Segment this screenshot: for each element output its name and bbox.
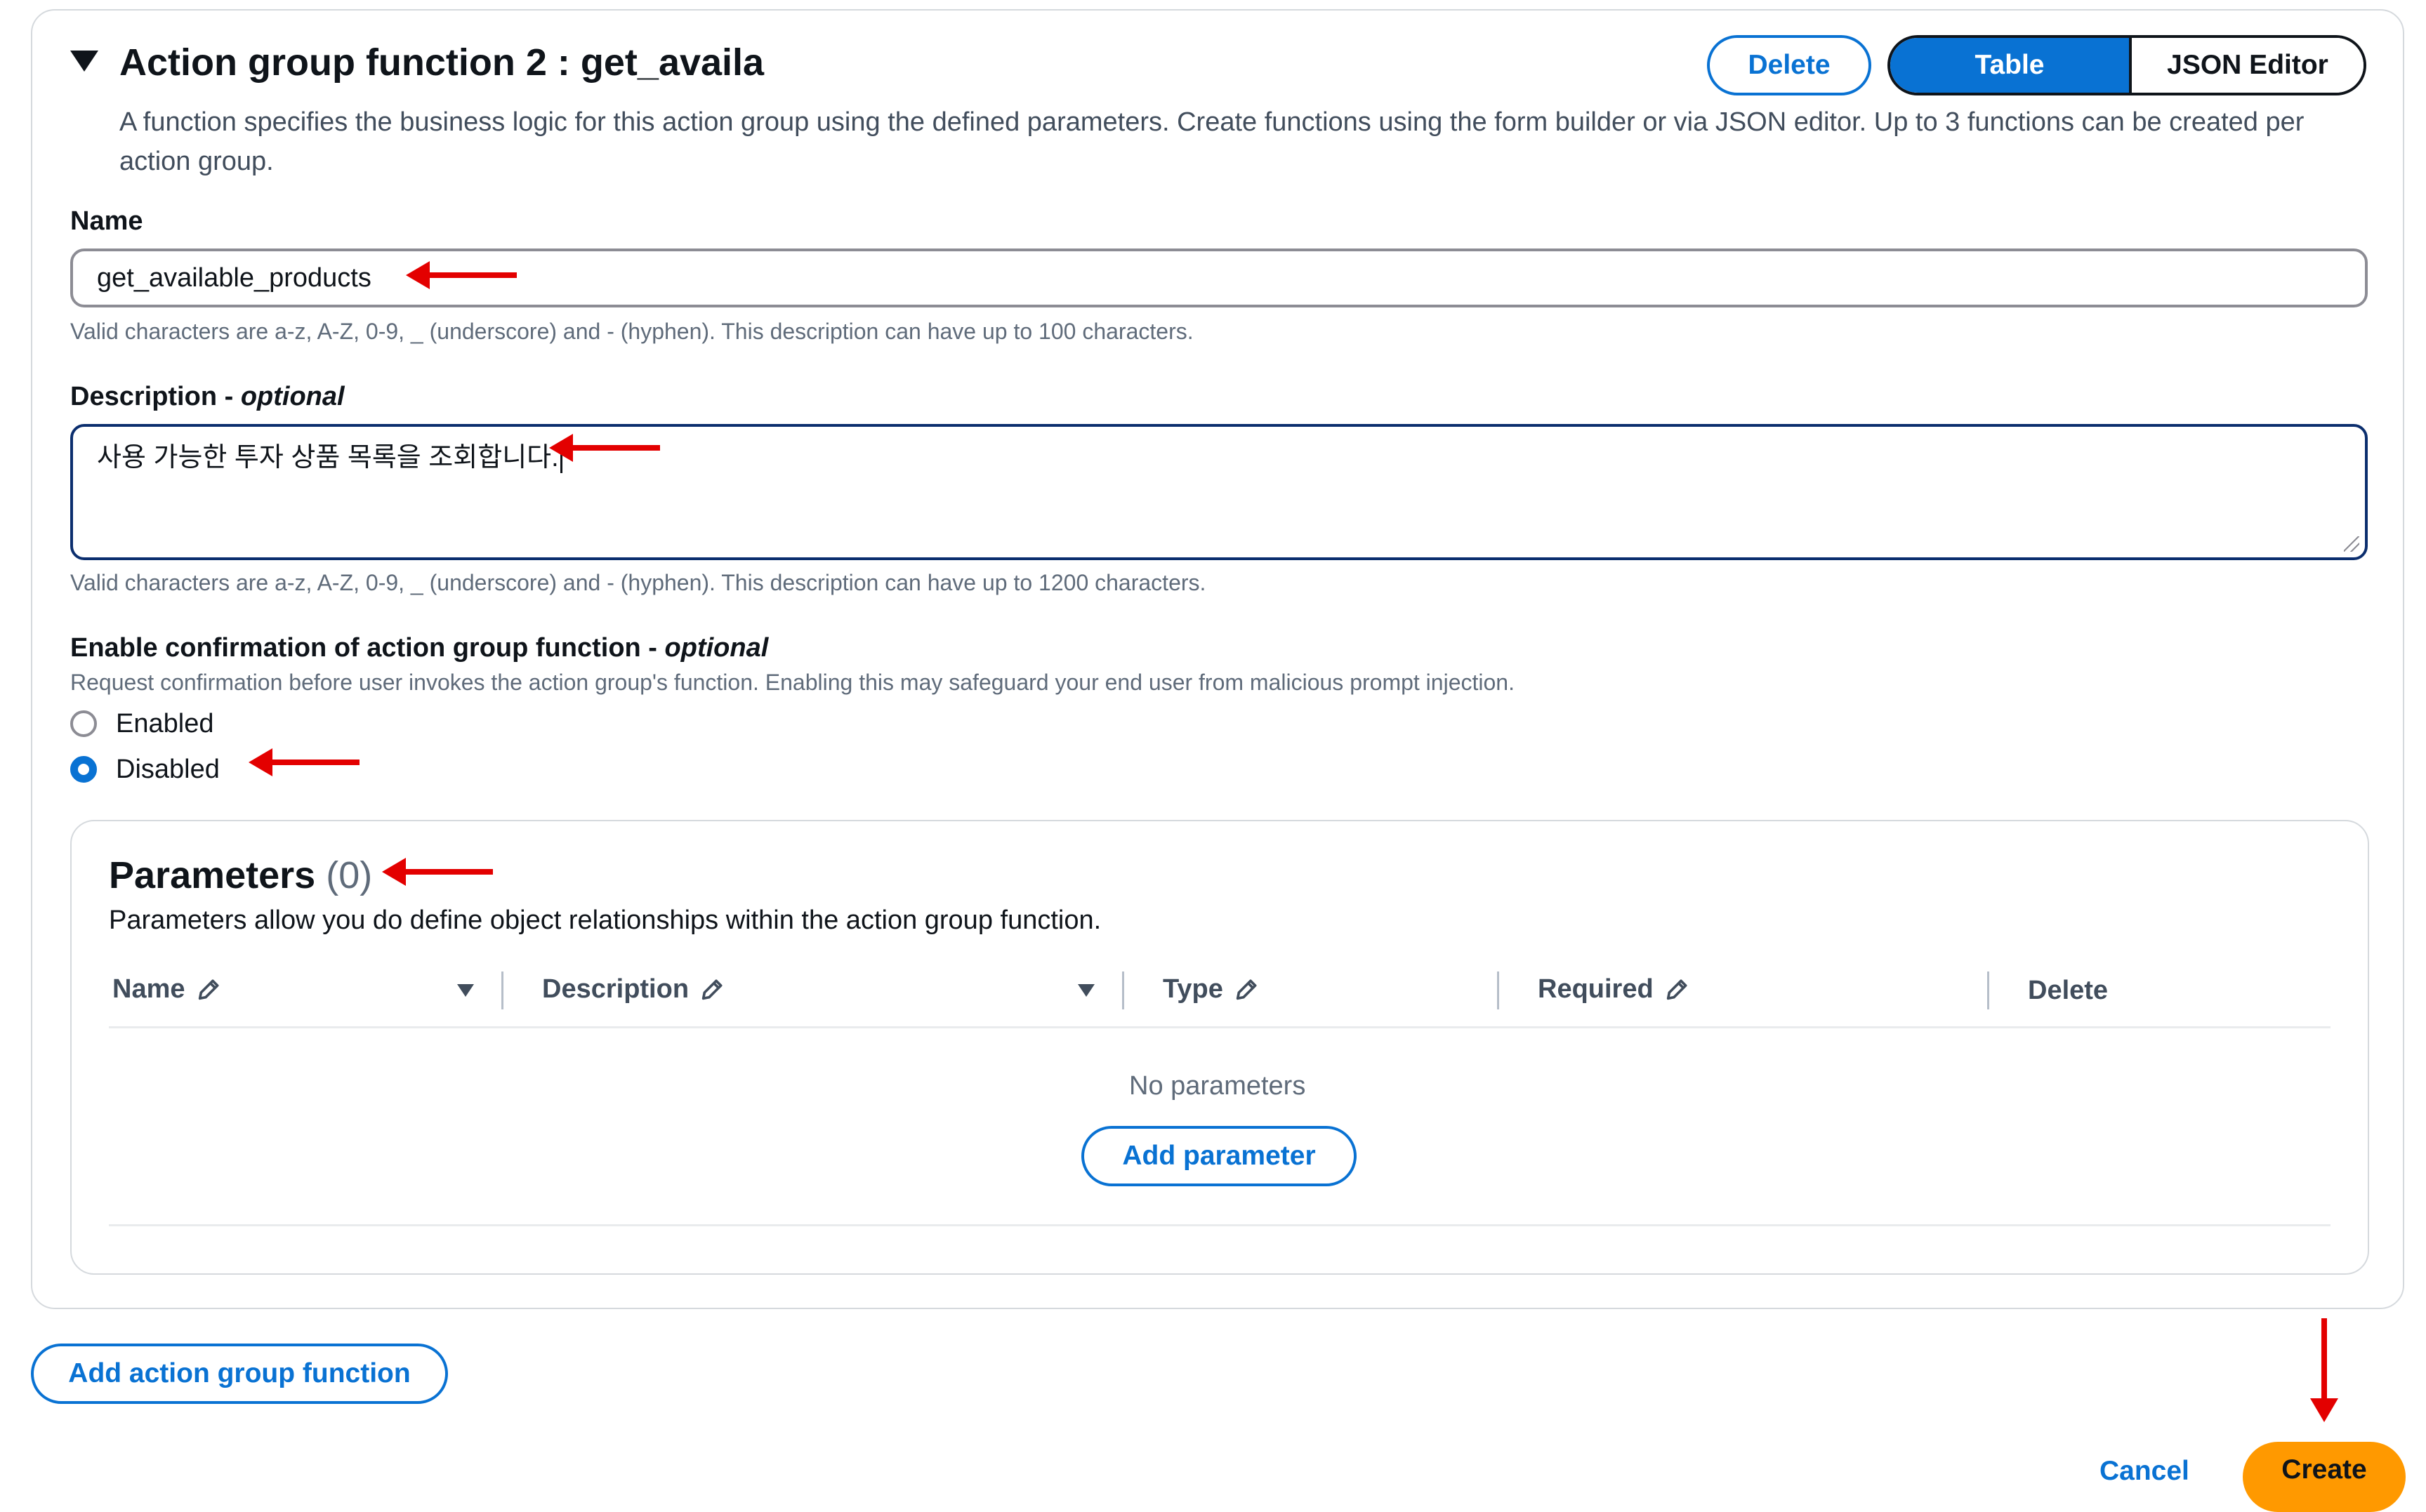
add-parameter-button[interactable]: Add parameter: [1081, 1126, 1357, 1186]
function-description: A function specifies the business logic …: [119, 107, 2305, 176]
column-separator[interactable]: [1122, 971, 1124, 1009]
collapse-caret-icon[interactable]: [70, 51, 98, 72]
description-label: Description - optional: [70, 382, 345, 411]
sort-name-icon[interactable]: [456, 983, 475, 998]
table-bottom-divider: [109, 1224, 2331, 1226]
empty-state-text: No parameters: [1129, 1071, 1306, 1101]
annotation-arrow-icon: [406, 261, 517, 289]
annotation-arrow-down-icon: [2310, 1318, 2338, 1422]
column-header-description[interactable]: Description: [542, 971, 727, 1007]
parameters-container: [70, 820, 2369, 1275]
column-separator[interactable]: [501, 971, 503, 1009]
name-label: Name: [70, 206, 143, 236]
cancel-button[interactable]: Cancel: [2099, 1452, 2189, 1491]
column-separator[interactable]: [1987, 971, 1989, 1009]
radio-disabled-label[interactable]: Disabled: [116, 752, 220, 787]
column-header-name[interactable]: Name: [112, 971, 223, 1007]
table-header-divider: [109, 1026, 2331, 1028]
function-title: Action group function 2 : get_availa: [119, 41, 765, 84]
column-separator[interactable]: [1497, 971, 1499, 1009]
annotation-arrow-icon: [549, 434, 660, 462]
column-header-required[interactable]: Required: [1538, 971, 1692, 1007]
edit-pencil-icon: [1666, 979, 1687, 1000]
parameters-title: Parameters (0): [109, 854, 373, 896]
confirmation-description: Request confirmation before user invokes…: [70, 670, 1515, 695]
description-textarea-value: 사용 가능한 투자 상품 목록을 조회합니다.: [97, 443, 559, 472]
radio-disabled[interactable]: [70, 756, 97, 783]
description-textarea[interactable]: 사용 가능한 투자 상품 목록을 조회합니다.: [70, 424, 2368, 560]
resize-handle-icon[interactable]: [2344, 536, 2359, 552]
annotation-arrow-icon: [249, 748, 360, 776]
edit-pencil-icon: [701, 979, 723, 1000]
parameters-description: Parameters allow you do define object re…: [109, 906, 1102, 935]
annotation-arrow-icon: [382, 858, 493, 886]
table-view-button[interactable]: Table: [1890, 38, 2129, 93]
radio-enabled[interactable]: [70, 710, 97, 737]
delete-function-button[interactable]: Delete: [1707, 35, 1871, 95]
confirmation-label: Enable confirmation of action group func…: [70, 633, 769, 663]
description-hint: Valid characters are a-z, A-Z, 0-9, _ (u…: [70, 570, 1206, 595]
edit-pencil-icon: [1236, 979, 1257, 1000]
json-editor-button[interactable]: JSON Editor: [2129, 38, 2364, 93]
radio-enabled-label[interactable]: Enabled: [116, 706, 213, 741]
add-action-group-function-button[interactable]: Add action group function: [31, 1344, 448, 1404]
name-input-value: get_available_products: [97, 263, 371, 293]
create-button[interactable]: Create: [2243, 1442, 2406, 1512]
edit-pencil-icon: [198, 979, 218, 1000]
sort-description-icon[interactable]: [1077, 983, 1095, 998]
column-header-type[interactable]: Type: [1163, 971, 1261, 1007]
view-mode-toggle: Table JSON Editor: [1887, 35, 2366, 95]
column-header-delete: Delete: [2028, 976, 2109, 1005]
name-hint: Valid characters are a-z, A-Z, 0-9, _ (u…: [70, 319, 1194, 344]
